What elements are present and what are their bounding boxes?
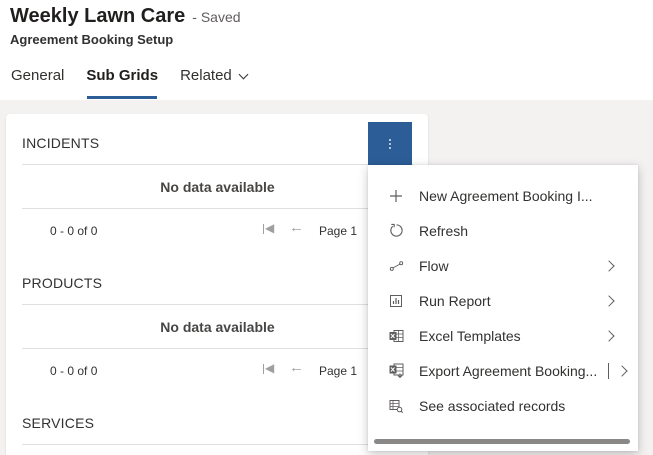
previous-page-icon[interactable]: ← (289, 359, 304, 376)
products-title: PRODUCTS (22, 275, 103, 291)
chevron-right-icon (603, 259, 615, 272)
menu-item-refresh[interactable]: Refresh (368, 213, 638, 248)
first-page-icon[interactable]: ◀ (263, 221, 274, 235)
plus-icon (388, 188, 404, 204)
menu-item-flow[interactable]: Flow (368, 248, 638, 283)
tab-sub-grids-label: Sub Grids (86, 67, 159, 84)
menu-item-see-associated-records[interactable]: See associated records (368, 388, 638, 423)
previous-page-icon[interactable]: ← (289, 219, 304, 236)
menu-item-label: Run Report (419, 292, 491, 309)
chevron-right-icon (603, 294, 615, 307)
products-empty-text: No data available (160, 319, 275, 335)
divider (22, 164, 413, 165)
active-tab-indicator (87, 96, 157, 99)
menu-item-label: See associated records (419, 397, 566, 414)
more-vertical-icon (389, 143, 391, 145)
divider (22, 444, 413, 445)
first-page-icon[interactable]: ◀ (263, 361, 274, 375)
refresh-icon (388, 223, 404, 239)
tab-related[interactable]: Related (169, 62, 258, 98)
divider (22, 304, 413, 305)
incidents-page-label: Page 1 (319, 224, 358, 238)
more-commands-button[interactable] (368, 122, 412, 166)
split-divider (608, 362, 609, 379)
chevron-right-icon (603, 329, 615, 342)
form-tabs: General Sub Grids Related (0, 62, 258, 100)
tab-general[interactable]: General (0, 62, 75, 98)
divider (22, 348, 413, 349)
incidents-empty-text: No data available (160, 179, 275, 195)
flow-icon (388, 258, 404, 274)
menu-item-label: Refresh (419, 222, 469, 239)
tab-general-label: General (11, 67, 65, 84)
menu-item-label: Flow (419, 257, 449, 274)
products-record-count: 0 - 0 of 0 (50, 364, 98, 378)
chevron-down-icon (238, 69, 249, 80)
menu-item-excel-templates[interactable]: Excel Templates (368, 318, 638, 353)
incidents-title: INCIDENTS (22, 135, 100, 151)
chevron-right-icon[interactable] (616, 364, 628, 377)
form-header: Weekly Lawn Care - Saved Agreement Booki… (0, 0, 653, 100)
overflow-menu: New Agreement Booking I... Refresh Flow … (368, 165, 638, 451)
excel-export-icon (388, 363, 404, 379)
divider (22, 208, 413, 209)
title-row: Weekly Lawn Care - Saved (10, 5, 241, 28)
report-icon (388, 293, 404, 309)
menu-scrollbar[interactable] (374, 439, 630, 444)
menu-item-label: New Agreement Booking I... (419, 187, 593, 204)
entity-name: Agreement Booking Setup (10, 32, 174, 47)
menu-item-label: Export Agreement Booking... (419, 362, 598, 379)
excel-icon (388, 328, 404, 344)
subgrids-card: INCIDENTS No data available 0 - 0 of 0 ◀… (6, 114, 428, 455)
menu-item-new-agreement-booking[interactable]: New Agreement Booking I... (368, 178, 638, 213)
menu-item-export-agreement-booking[interactable]: Export Agreement Booking... (368, 353, 638, 388)
tab-sub-grids[interactable]: Sub Grids (75, 62, 169, 98)
record-title: Weekly Lawn Care (10, 5, 186, 27)
incidents-record-count: 0 - 0 of 0 (50, 224, 98, 238)
associated-records-icon (388, 398, 404, 414)
menu-item-label: Excel Templates (419, 327, 521, 344)
saved-status: - Saved (192, 9, 241, 25)
services-title: SERVICES (22, 415, 95, 431)
products-page-label: Page 1 (319, 364, 358, 378)
tab-related-label: Related (180, 67, 232, 84)
menu-item-run-report[interactable]: Run Report (368, 283, 638, 318)
